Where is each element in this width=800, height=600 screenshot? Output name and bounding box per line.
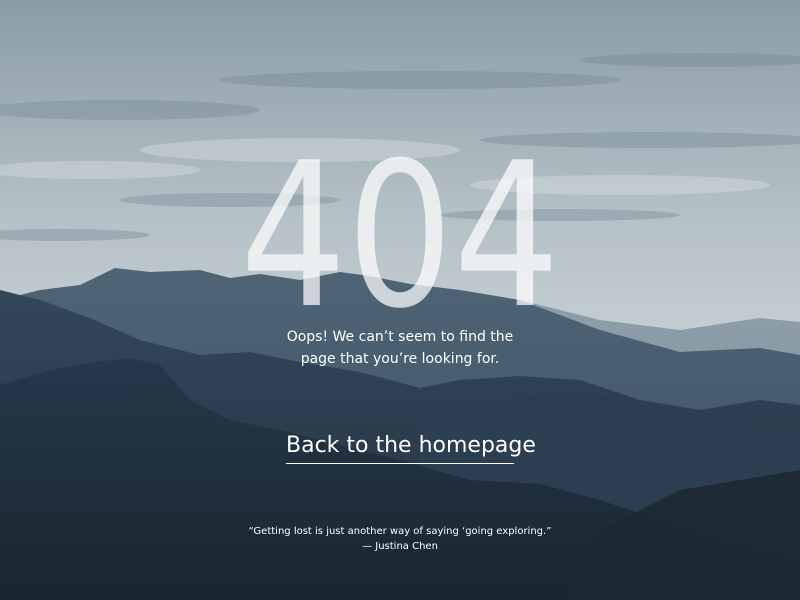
mountain-background [0,0,800,600]
quote-author: — Justina Chen [362,541,438,552]
back-to-homepage-link[interactable]: Back to the homepage [286,430,536,464]
quote-block: “Getting lost is just another way of say… [0,524,800,554]
error-message: Oops! We can’t seem to find the page tha… [286,329,514,367]
quote-text: “Getting lost is just another way of say… [248,526,552,537]
